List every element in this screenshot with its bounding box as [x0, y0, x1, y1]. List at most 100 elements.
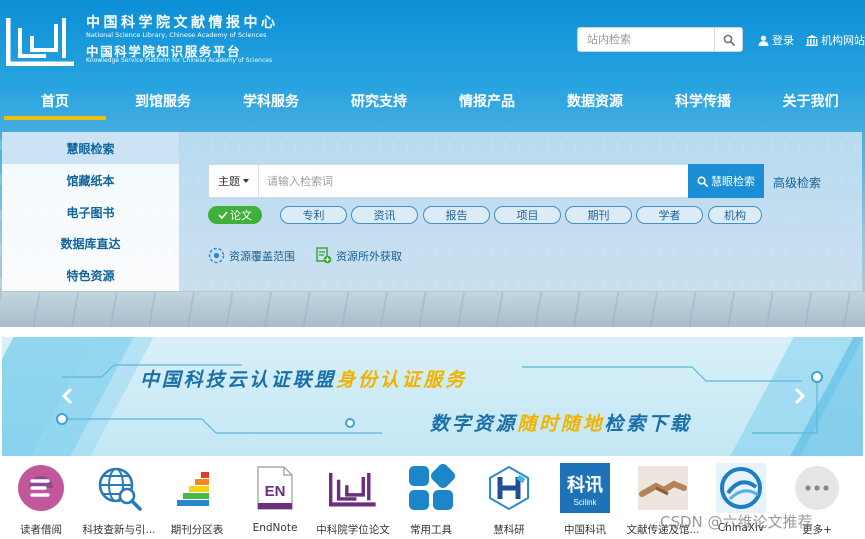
- document-add-icon: [316, 247, 332, 264]
- chevron-right-icon: [794, 387, 806, 405]
- banner-line-1: 中国科技云认证联盟身份认证服务: [140, 365, 467, 392]
- sciknow-icon-text: 科讯: [567, 474, 603, 496]
- banner-line-2-end: 检索下载: [604, 413, 692, 435]
- quick-link-label: 期刊分区表: [170, 524, 224, 536]
- chip-institutions[interactable]: 机构: [708, 206, 762, 224]
- bar-pyramid-icon: [172, 463, 222, 513]
- handshake-icon: [638, 463, 688, 513]
- endnote-icon-text: EN: [265, 483, 286, 500]
- globe-search-icon: [94, 463, 144, 513]
- site-search-button[interactable]: [714, 28, 742, 51]
- external-access-label: 资源所外获取: [336, 249, 402, 263]
- coverage-icon: [208, 247, 225, 264]
- caret-down-icon: [243, 179, 249, 183]
- more-dots-icon: [792, 463, 842, 513]
- thesis-logo-icon: [328, 463, 378, 513]
- quick-link-journal-ranking[interactable]: 期刊分区表: [158, 458, 236, 539]
- chinaxiv-icon: [716, 463, 766, 513]
- quick-link-label: 中国科讯: [564, 524, 606, 536]
- banner-next-button[interactable]: [791, 385, 809, 407]
- chip-label: 论文: [230, 209, 252, 222]
- quick-link-hui-research[interactable]: 慧科研: [470, 458, 548, 539]
- search-icon: [723, 34, 735, 46]
- quick-link-label: 慧科研: [493, 524, 525, 536]
- menu-item-print-collection[interactable]: 馆藏纸本: [2, 164, 179, 196]
- quick-link-label: 常用工具: [410, 524, 452, 536]
- nav-item-intelligence-products[interactable]: 情报产品: [432, 82, 542, 120]
- banner-line-1-highlight: 身份认证服务: [336, 369, 468, 391]
- quick-link-novelty-search[interactable]: 科技查新与引...: [80, 458, 158, 539]
- endnote-icon: EN: [250, 463, 300, 513]
- wise-search-button[interactable]: 慧眼检索: [688, 164, 764, 198]
- search-panel: 主题 慧眼检索 高级检索 论文 专利 资讯 报告 项目 期刊 学者 机构: [179, 132, 862, 291]
- menu-item-wise-search[interactable]: 慧眼检索: [2, 132, 179, 164]
- coverage-label: 资源覆盖范围: [229, 249, 295, 263]
- main-search-input[interactable]: [267, 165, 687, 197]
- banner-line-1-text: 中国科技云认证联盟: [140, 369, 337, 391]
- resource-menu: 慧眼检索 馆藏纸本 电子图书 数据库直达 特色资源: [2, 132, 179, 291]
- nav-item-home[interactable]: 首页: [0, 82, 110, 120]
- quick-link-label: 科技查新与引...: [82, 524, 156, 536]
- chip-scholars[interactable]: 学者: [636, 206, 703, 224]
- reader-borrow-icon: [16, 463, 66, 513]
- menu-item-ebooks[interactable]: 电子图书: [2, 196, 179, 228]
- banner-prev-button[interactable]: [58, 385, 76, 407]
- quick-link-label: EndNote: [252, 522, 298, 534]
- bg-floor-lines: [0, 292, 865, 327]
- site-search-input[interactable]: [578, 28, 715, 51]
- quick-link-label: 读者借阅: [20, 524, 62, 536]
- institution-link[interactable]: 机构网站: [806, 32, 865, 48]
- chip-news[interactable]: 资讯: [351, 206, 418, 224]
- nav-item-data-resources[interactable]: 数据资源: [540, 82, 650, 120]
- institution-label: 机构网站: [821, 34, 865, 47]
- chip-reports[interactable]: 报告: [423, 206, 490, 224]
- quick-link-endnote[interactable]: EN EndNote: [236, 458, 314, 539]
- nav-item-onsite-service[interactable]: 到馆服务: [108, 82, 218, 120]
- nav-item-science-communication[interactable]: 科学传播: [648, 82, 758, 120]
- hui-research-icon: [484, 463, 534, 513]
- search-type-label: 主题: [218, 175, 240, 188]
- csdn-watermark: CSDN @六维论文推荐: [660, 513, 813, 531]
- coverage-link[interactable]: 资源覆盖范围: [208, 247, 295, 264]
- sciknow-icon-subtext: Scilink: [573, 498, 597, 507]
- nav-item-subject-service[interactable]: 学科服务: [216, 82, 326, 120]
- chevron-left-icon: [61, 387, 73, 405]
- quick-link-cas-thesis[interactable]: 中科院学位论文: [314, 458, 392, 539]
- quick-link-common-tools[interactable]: 常用工具: [392, 458, 470, 539]
- nsl-logo-icon: [6, 18, 74, 66]
- banner-circuit-lines: [56, 364, 823, 434]
- nav-item-about-us[interactable]: 关于我们: [756, 82, 865, 120]
- site-logo[interactable]: 中国科学院文献情报中心 National Science Library, Ch…: [6, 12, 306, 70]
- menu-item-special-resources[interactable]: 特色资源: [2, 259, 179, 291]
- logo-platform-en: Knowledge Service Platform for Chinese A…: [86, 57, 273, 64]
- tools-grid-icon: [406, 463, 456, 513]
- chip-projects[interactable]: 项目: [494, 206, 561, 224]
- check-icon: [218, 211, 228, 219]
- search-icon: [697, 176, 708, 187]
- login-link[interactable]: 登录: [758, 32, 794, 48]
- login-label: 登录: [772, 34, 794, 47]
- advanced-search-link[interactable]: 高级检索: [773, 174, 821, 191]
- logo-en-name: National Science Library, Chinese Academ…: [86, 31, 267, 39]
- external-access-link[interactable]: 资源所外获取: [315, 247, 402, 264]
- chip-journals[interactable]: 期刊: [565, 206, 632, 224]
- sciknow-icon: 科讯 Scilink: [560, 463, 610, 513]
- chip-patents[interactable]: 专利: [280, 206, 347, 224]
- logo-cn-name: 中国科学院文献情报中心: [86, 15, 279, 31]
- building-icon: [806, 34, 818, 46]
- main-search-box: 主题: [208, 164, 764, 198]
- quick-link-reader-borrow[interactable]: 读者借阅: [2, 458, 80, 539]
- main-nav: 首页 到馆服务 学科服务 研究支持 情报产品 数据资源 科学传播 关于我们: [0, 82, 865, 120]
- wise-search-label: 慧眼检索: [711, 175, 755, 188]
- quick-link-sciknow[interactable]: 科讯 Scilink 中国科讯: [546, 458, 624, 539]
- search-type-dropdown[interactable]: 主题: [209, 165, 259, 197]
- menu-item-database-direct[interactable]: 数据库直达: [2, 227, 179, 259]
- chip-papers[interactable]: 论文: [208, 206, 262, 224]
- quick-link-label: 中科院学位论文: [316, 524, 390, 536]
- hero-header: 中国科学院文献情报中心 National Science Library, Ch…: [0, 0, 865, 327]
- site-search: [577, 27, 743, 52]
- banner-line-2-highlight: 随时随地: [517, 413, 605, 435]
- promo-banner[interactable]: 中国科技云认证联盟身份认证服务 数字资源随时随地检索下载: [2, 337, 863, 456]
- banner-line-2: 数字资源随时随地检索下载: [430, 409, 692, 436]
- nav-item-research-support[interactable]: 研究支持: [324, 82, 434, 120]
